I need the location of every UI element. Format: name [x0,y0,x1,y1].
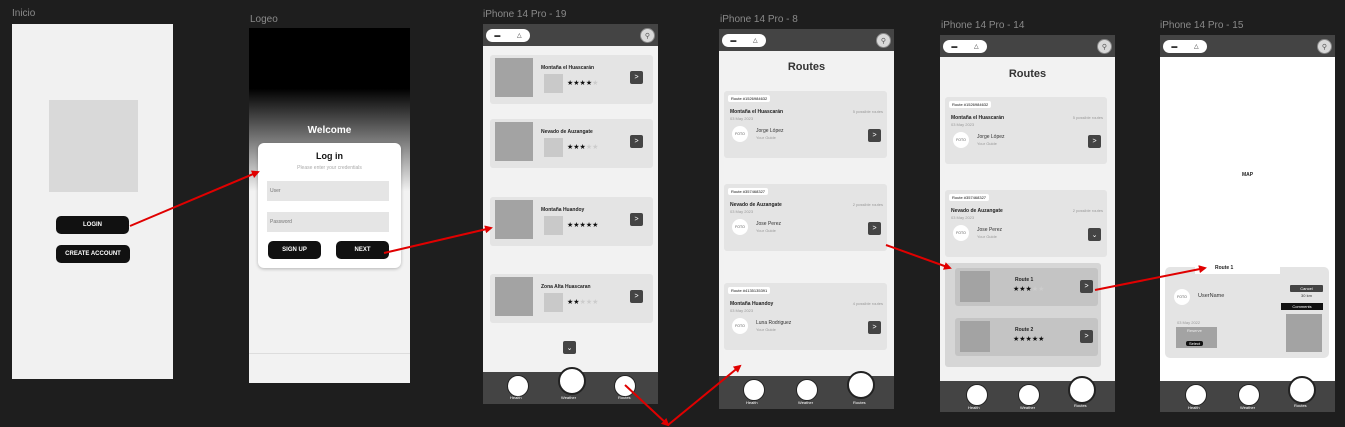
flow-arrow-next [383,225,493,254]
flow-arrow-routes-b [667,364,742,426]
flow-arrow-login [129,170,260,227]
flow-arrow-select-route [1094,265,1207,291]
flow-arrow-routes-a [624,384,670,427]
flow-arrow-route-detail [885,244,952,270]
prototype-flow-arrows [129,170,1207,427]
